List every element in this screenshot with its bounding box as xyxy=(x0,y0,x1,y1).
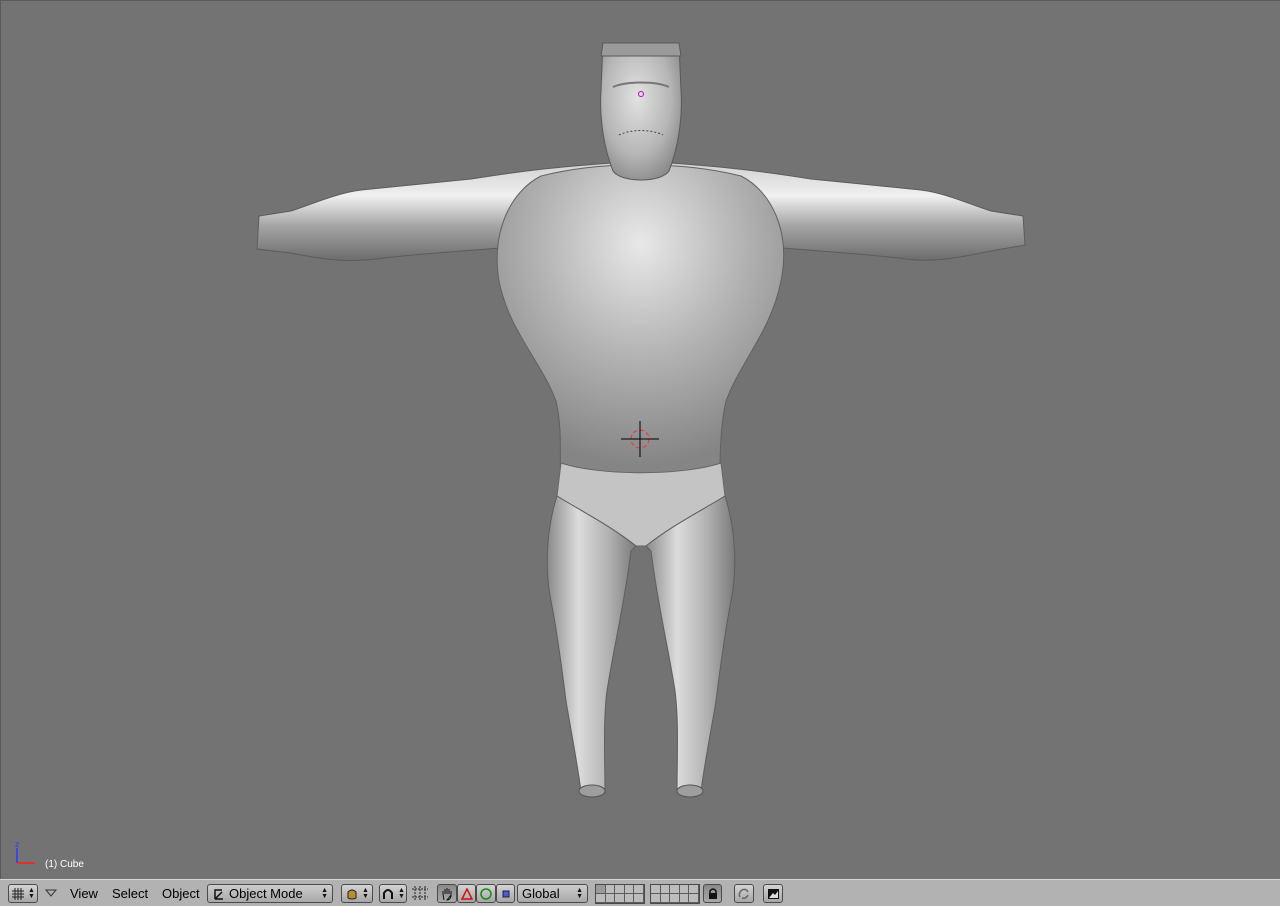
layer-button[interactable] xyxy=(651,894,661,903)
object-mode-icon xyxy=(214,888,223,900)
triangle-down-icon xyxy=(44,889,58,897)
render-button[interactable] xyxy=(763,884,783,903)
hand-icon xyxy=(442,887,452,901)
lock-icon xyxy=(708,888,717,899)
grid-icon xyxy=(12,887,25,900)
translate-manipulator-button[interactable] xyxy=(457,884,476,903)
3d-viewport[interactable]: z (1) Cube xyxy=(0,0,1280,879)
layer-button[interactable] xyxy=(689,885,699,894)
dropdown-arrows-icon: ▲ ▼ xyxy=(321,886,328,900)
shaded-teapot-icon xyxy=(347,889,357,899)
mode-label: Object Mode xyxy=(229,886,303,901)
object-info: (1) Cube xyxy=(45,859,84,870)
spin-arrows-icon: ▲ ▼ xyxy=(28,886,35,900)
scale-manipulator-button[interactable] xyxy=(496,884,515,903)
layer-button[interactable] xyxy=(634,885,644,894)
scale-icon xyxy=(502,890,509,897)
menu-object[interactable]: Object xyxy=(162,885,200,903)
pivot-icon xyxy=(383,888,394,899)
left-foot xyxy=(578,784,606,798)
layer-button[interactable] xyxy=(670,894,680,903)
rotate-manipulator-button[interactable] xyxy=(476,884,496,903)
pivot-selector[interactable]: ▲ ▼ xyxy=(379,884,407,903)
snap-icon xyxy=(412,886,428,900)
right-foot xyxy=(676,784,704,798)
layer-button[interactable] xyxy=(605,894,616,903)
right-leg xyxy=(645,495,736,794)
header-collapse-arrow[interactable] xyxy=(44,887,58,899)
layer-button[interactable] xyxy=(615,885,625,894)
manipulator-toggle[interactable] xyxy=(437,884,457,903)
layer-button[interactable] xyxy=(605,885,616,894)
layer-1-button[interactable] xyxy=(596,885,606,894)
character-mesh[interactable] xyxy=(1,1,1280,880)
layer-button[interactable] xyxy=(670,885,680,894)
orientation-dropdown[interactable]: Global ▲ ▼ xyxy=(517,884,588,903)
layer-button[interactable] xyxy=(651,885,661,894)
menu-view[interactable]: View xyxy=(70,885,98,903)
rotate-icon xyxy=(480,887,492,900)
draw-type-selector[interactable]: ▲ ▼ xyxy=(341,884,373,903)
spin-arrows-icon: ▲ ▼ xyxy=(362,886,369,900)
mode-dropdown[interactable]: Object Mode ▲ ▼ xyxy=(207,884,333,903)
spin-arrows-icon: ▲ ▼ xyxy=(398,886,405,900)
layer-button[interactable] xyxy=(596,894,606,903)
dropdown-arrows-icon: ▲ ▼ xyxy=(576,886,583,900)
scene-lock-button[interactable] xyxy=(734,884,754,903)
orientation-label: Global xyxy=(522,886,560,901)
layer-button[interactable] xyxy=(679,885,690,894)
translate-icon xyxy=(460,887,473,900)
render-icon xyxy=(767,888,779,899)
layer-button[interactable] xyxy=(679,894,690,903)
layer-button[interactable] xyxy=(634,894,644,903)
layer-button[interactable] xyxy=(624,894,635,903)
layer-lock-button[interactable] xyxy=(703,884,722,903)
layer-button[interactable] xyxy=(660,894,671,903)
layer-buttons-left[interactable] xyxy=(595,884,645,904)
layer-button[interactable] xyxy=(615,894,625,903)
layer-buttons-right[interactable] xyxy=(650,884,700,904)
layer-button[interactable] xyxy=(624,885,635,894)
window-type-selector[interactable]: ▲ ▼ xyxy=(8,884,38,903)
hair-top xyxy=(600,42,682,57)
left-leg xyxy=(546,495,637,794)
axis-z-label: z xyxy=(15,840,19,849)
view3d-header: ▲ ▼ View Select Object Object Mode ▲ ▼ ▲ ▼ … xyxy=(0,879,1280,906)
axis-gizmo: z xyxy=(15,840,35,864)
head xyxy=(600,42,682,181)
snap-toggle[interactable] xyxy=(410,884,430,903)
layer-button[interactable] xyxy=(689,894,699,903)
layer-button[interactable] xyxy=(660,885,671,894)
menu-select[interactable]: Select xyxy=(112,885,148,903)
scene-lock-icon xyxy=(738,888,749,899)
